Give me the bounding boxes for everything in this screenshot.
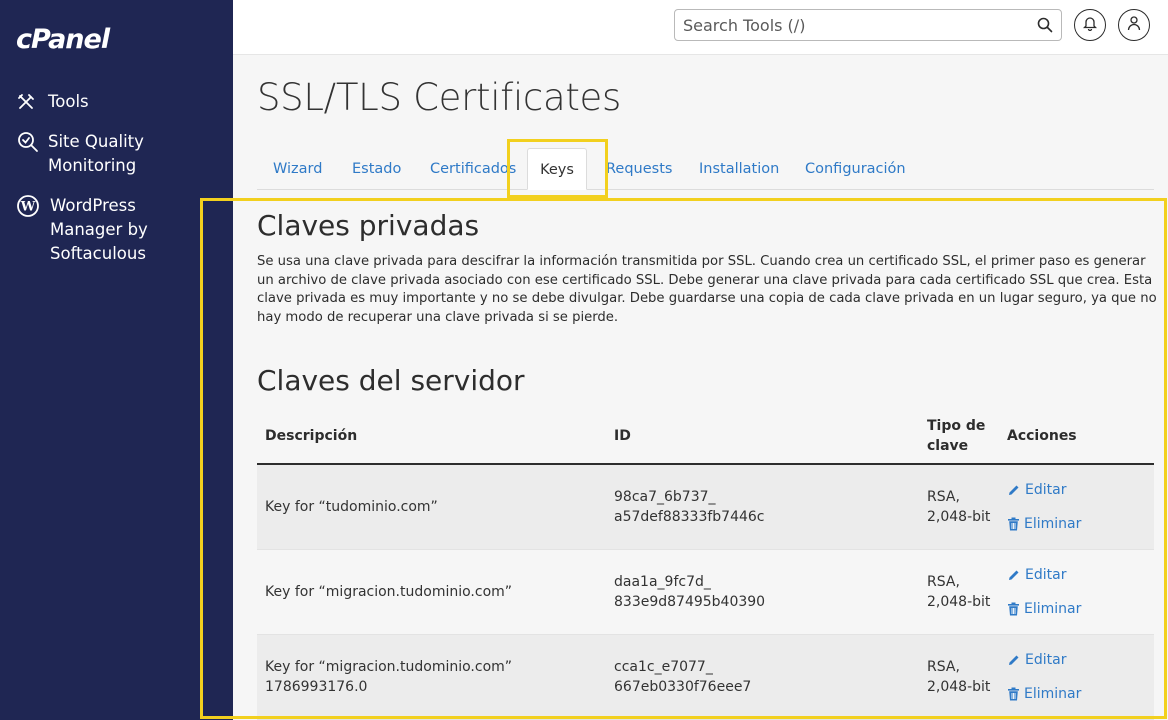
- key-id: cca1c_e7077_ 667eb0330f76eee7: [606, 634, 919, 720]
- sidebar-item-wordpress[interactable]: W WordPress Manager by Softaculous: [16, 194, 180, 266]
- sidebar-item-tools[interactable]: Tools: [16, 90, 89, 114]
- table-row: Key for “migracion.tudominio.com” 178699…: [257, 634, 1154, 720]
- key-id-line: a57def88333fb7446c: [614, 508, 765, 525]
- key-type: RSA, 2,048-bit: [919, 549, 999, 635]
- table-row: Key for “tudominio.com” 98ca7_6b737_ a57d…: [257, 464, 1154, 550]
- pencil-icon: [1009, 570, 1019, 580]
- column-header-actions: Acciones: [999, 408, 1154, 465]
- user-icon: [1127, 15, 1141, 35]
- delete-key-link[interactable]: Eliminar: [1007, 514, 1146, 534]
- private-keys-heading: Claves privadas: [257, 209, 480, 242]
- notifications-button[interactable]: [1074, 9, 1106, 41]
- key-type-line: RSA,: [927, 658, 960, 675]
- delete-key-link[interactable]: Eliminar: [1007, 684, 1146, 704]
- edit-key-link[interactable]: Editar: [1007, 565, 1146, 585]
- key-actions: Editar Eliminar: [999, 464, 1154, 550]
- page-title: SSL/TLS Certificates: [257, 76, 621, 119]
- key-description: Key for “migracion.tudominio.com”: [257, 549, 606, 635]
- bell-icon: [1082, 15, 1098, 35]
- key-type-line: RSA,: [927, 573, 960, 590]
- column-header-id[interactable]: ID: [606, 408, 919, 465]
- tools-icon: [16, 90, 42, 114]
- key-type: RSA, 2,048-bit: [919, 634, 999, 720]
- edit-label: Editar: [1025, 481, 1067, 498]
- top-bar: [233, 0, 1168, 55]
- site-quality-icon: [16, 130, 42, 154]
- cpanel-logo[interactable]: cPanel: [16, 24, 110, 55]
- sidebar: cPanel Tools Site Quality Monitoring W W…: [0, 0, 233, 720]
- key-type-line: 2,048-bit: [927, 678, 991, 695]
- edit-key-link[interactable]: Editar: [1007, 480, 1146, 500]
- key-id: 98ca7_6b737_ a57def88333fb7446c: [606, 464, 919, 550]
- key-id: daa1a_9fc7d_ 833e9d87495b40390: [606, 549, 919, 635]
- tab-certificados[interactable]: Certificados: [430, 148, 516, 190]
- search-input[interactable]: [675, 10, 1015, 40]
- trash-icon: [1008, 602, 1019, 615]
- key-id-line: daa1a_9fc7d_: [614, 573, 711, 590]
- tab-keys[interactable]: Keys: [527, 148, 587, 190]
- table-row: Key for “migracion.tudominio.com” daa1a_…: [257, 549, 1154, 635]
- key-type: RSA, 2,048-bit: [919, 464, 999, 550]
- trash-icon: [1008, 687, 1019, 700]
- key-id-line: 98ca7_6b737_: [614, 488, 716, 505]
- wordpress-icon: W: [16, 194, 42, 218]
- server-keys-heading: Claves del servidor: [257, 364, 525, 397]
- edit-label: Editar: [1025, 566, 1067, 583]
- delete-label: Eliminar: [1024, 515, 1082, 532]
- key-description: Key for “migracion.tudominio.com” 178699…: [257, 634, 606, 720]
- tab-requests[interactable]: Requests: [606, 148, 672, 190]
- pencil-icon: [1009, 655, 1019, 665]
- table-header-row: Descripción ID Tipo de clave Acciones: [257, 408, 1154, 465]
- tab-estado[interactable]: Estado: [352, 148, 401, 190]
- delete-label: Eliminar: [1024, 600, 1082, 617]
- tab-installation[interactable]: Installation: [699, 148, 779, 190]
- sidebar-item-label: Site Quality Monitoring: [48, 132, 144, 175]
- sidebar-item-label: Tools: [48, 92, 89, 111]
- search-box: [674, 9, 1062, 41]
- delete-label: Eliminar: [1024, 685, 1082, 702]
- key-type-line: 2,048-bit: [927, 593, 991, 610]
- edit-key-link[interactable]: Editar: [1007, 650, 1146, 670]
- edit-label: Editar: [1025, 651, 1067, 668]
- server-keys-table: Descripción ID Tipo de clave Acciones Ke…: [257, 408, 1154, 720]
- key-type-line: 2,048-bit: [927, 508, 991, 525]
- user-menu-button[interactable]: [1118, 9, 1150, 41]
- trash-icon: [1008, 517, 1019, 531]
- key-id-line: 667eb0330f76eee7: [614, 678, 752, 695]
- column-header-key-type[interactable]: Tipo de clave: [919, 408, 999, 465]
- key-actions: Editar Eliminar: [999, 634, 1154, 720]
- key-actions: Editar Eliminar: [999, 549, 1154, 635]
- delete-key-link[interactable]: Eliminar: [1007, 599, 1146, 619]
- column-header-description[interactable]: Descripción: [257, 408, 606, 465]
- tab-configuracion[interactable]: Configuración: [805, 148, 906, 190]
- svg-text:W: W: [20, 200, 36, 215]
- key-type-line: RSA,: [927, 488, 960, 505]
- sidebar-item-label: WordPress Manager by Softaculous: [50, 196, 148, 263]
- private-keys-description: Se usa una clave privada para descifrar …: [257, 254, 1157, 325]
- key-id-line: 833e9d87495b40390: [614, 593, 766, 610]
- search-icon[interactable]: [1037, 17, 1053, 37]
- pencil-icon: [1009, 485, 1019, 495]
- key-description: Key for “tudominio.com”: [257, 464, 606, 550]
- tab-bar: Wizard Estado Certificados Keys Requests…: [257, 148, 1154, 190]
- tab-wizard[interactable]: Wizard: [273, 148, 322, 190]
- key-id-line: cca1c_e7077_: [614, 658, 713, 675]
- sidebar-item-site-quality[interactable]: Site Quality Monitoring: [16, 130, 158, 178]
